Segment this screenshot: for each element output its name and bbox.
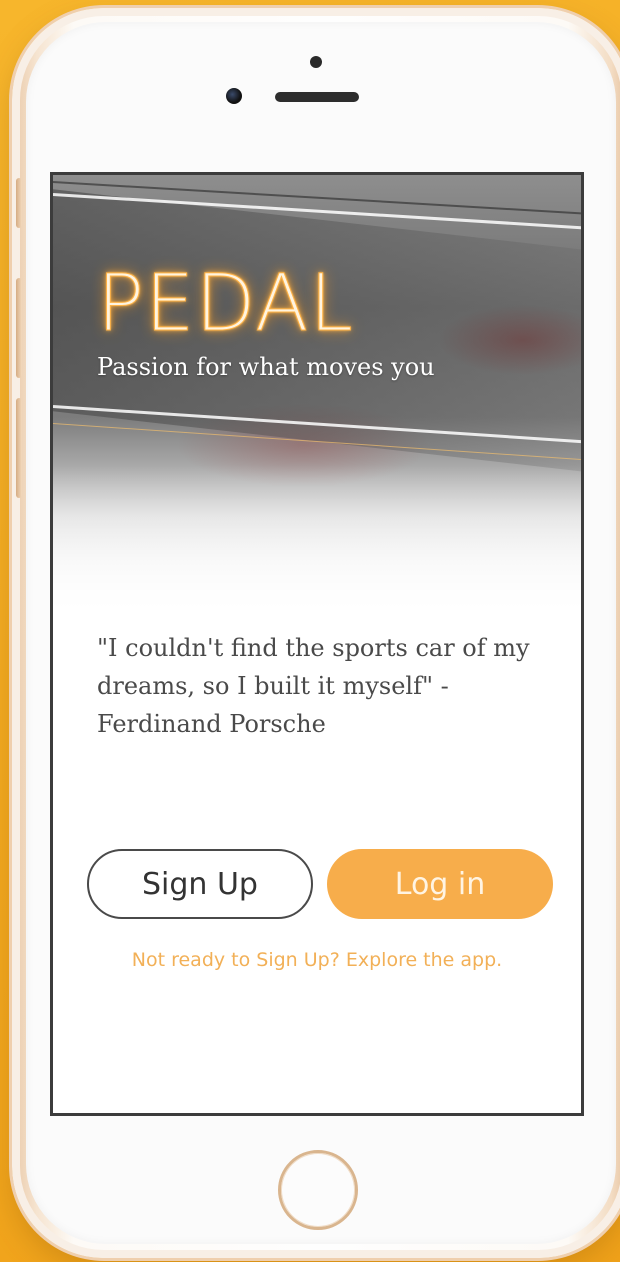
app-logo: PEDAL <box>97 259 354 350</box>
app-screen: PEDAL Passion for what moves you "I coul… <box>50 172 584 1116</box>
proximity-sensor-icon <box>310 56 322 68</box>
hero-image: PEDAL Passion for what moves you <box>53 175 581 625</box>
explore-app-link[interactable]: Not ready to Sign Up? Explore the app. <box>53 949 581 971</box>
hero-fade <box>53 465 581 625</box>
volume-up-button <box>16 278 22 378</box>
signup-button[interactable]: Sign Up <box>87 849 313 919</box>
app-tagline: Passion for what moves you <box>97 353 435 381</box>
login-button[interactable]: Log in <box>327 849 553 919</box>
camera-icon <box>226 88 242 104</box>
speaker-icon <box>275 92 359 102</box>
home-button-icon[interactable] <box>278 1150 358 1230</box>
quote-text: "I couldn't find the sports car of my dr… <box>97 634 530 738</box>
mute-switch <box>16 178 22 228</box>
volume-down-button <box>16 398 22 498</box>
